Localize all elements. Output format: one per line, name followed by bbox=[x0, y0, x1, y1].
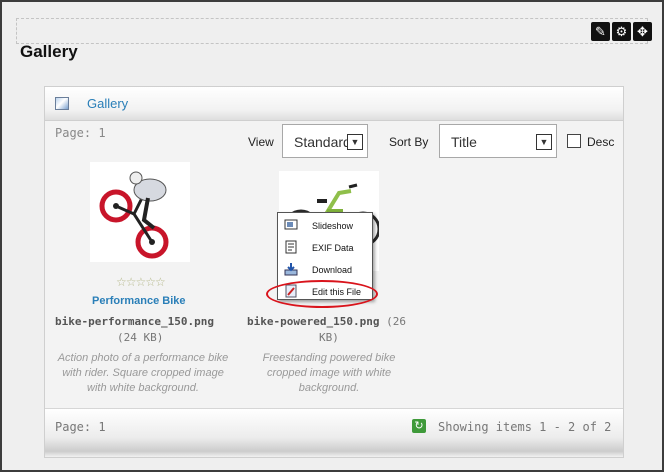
sort-by-label: Sort By bbox=[389, 135, 429, 149]
download-icon bbox=[284, 263, 298, 276]
item-filesize: (24 KB) bbox=[117, 331, 164, 344]
item-description: Action photo of a performance bike with … bbox=[57, 352, 229, 394]
view-select[interactable]: Standard ▼ bbox=[282, 124, 368, 158]
menu-item-download[interactable]: Download bbox=[278, 259, 372, 281]
item-title-link[interactable]: Performance Bike bbox=[92, 295, 186, 307]
rating-stars[interactable]: ☆☆☆☆☆ bbox=[116, 275, 166, 289]
menu-item-label: Slideshow bbox=[312, 221, 354, 231]
item-filename: bike-performance_150.png bbox=[55, 315, 214, 328]
chevron-down-icon[interactable]: ▼ bbox=[536, 134, 552, 150]
view-label: View bbox=[248, 135, 274, 149]
chevron-down-icon[interactable]: ▼ bbox=[347, 134, 363, 150]
slideshow-icon bbox=[284, 219, 298, 230]
page-indicator-top: Page: 1 bbox=[55, 126, 106, 140]
highlight-circle bbox=[266, 280, 378, 308]
module-drop-zone bbox=[16, 18, 648, 44]
menu-item-label: EXIF Data bbox=[312, 243, 354, 253]
exif-data-icon bbox=[285, 240, 297, 254]
item-filename: bike-powered_150.png (26 bbox=[247, 315, 406, 328]
panel-header: Gallery bbox=[45, 87, 623, 121]
item-description: Freestanding powered bike cropped image … bbox=[262, 352, 396, 394]
sort-by-select[interactable]: Title ▼ bbox=[439, 124, 557, 158]
view-select-value: Standard bbox=[294, 134, 351, 150]
page-indicator-bottom: Page: 1 bbox=[55, 420, 106, 434]
showing-items-text: Showing items 1 - 2 of 2 bbox=[438, 420, 612, 434]
menu-item-label: Download bbox=[312, 265, 353, 275]
bike-performance-thumbnail[interactable] bbox=[90, 162, 190, 262]
gear-icon[interactable]: ⚙ bbox=[612, 22, 631, 41]
gallery-header-link[interactable]: Gallery bbox=[87, 96, 128, 111]
menu-item-slideshow[interactable]: Slideshow bbox=[278, 215, 372, 237]
menu-item-exif-data[interactable]: EXIF Data bbox=[278, 237, 372, 259]
page-title: Gallery bbox=[20, 42, 78, 61]
panel-footer: Page: 1 ↻ Showing items 1 - 2 of 2 bbox=[45, 408, 623, 457]
sort-by-select-value: Title bbox=[451, 134, 477, 150]
desc-checkbox[interactable] bbox=[567, 134, 581, 148]
pencil-icon[interactable]: ✎ bbox=[591, 22, 610, 41]
refresh-icon[interactable]: ↻ bbox=[412, 419, 426, 433]
item-filesize: KB) bbox=[319, 331, 339, 344]
module-frame: ✎ ⚙ ✥ Gallery Gallery Page: 1 View Stand… bbox=[0, 0, 664, 472]
gallery-image-icon bbox=[55, 97, 69, 110]
move-arrows-icon[interactable]: ✥ bbox=[633, 22, 652, 41]
module-toolbar: ✎ ⚙ ✥ bbox=[591, 22, 652, 41]
desc-label: Desc bbox=[587, 135, 615, 149]
